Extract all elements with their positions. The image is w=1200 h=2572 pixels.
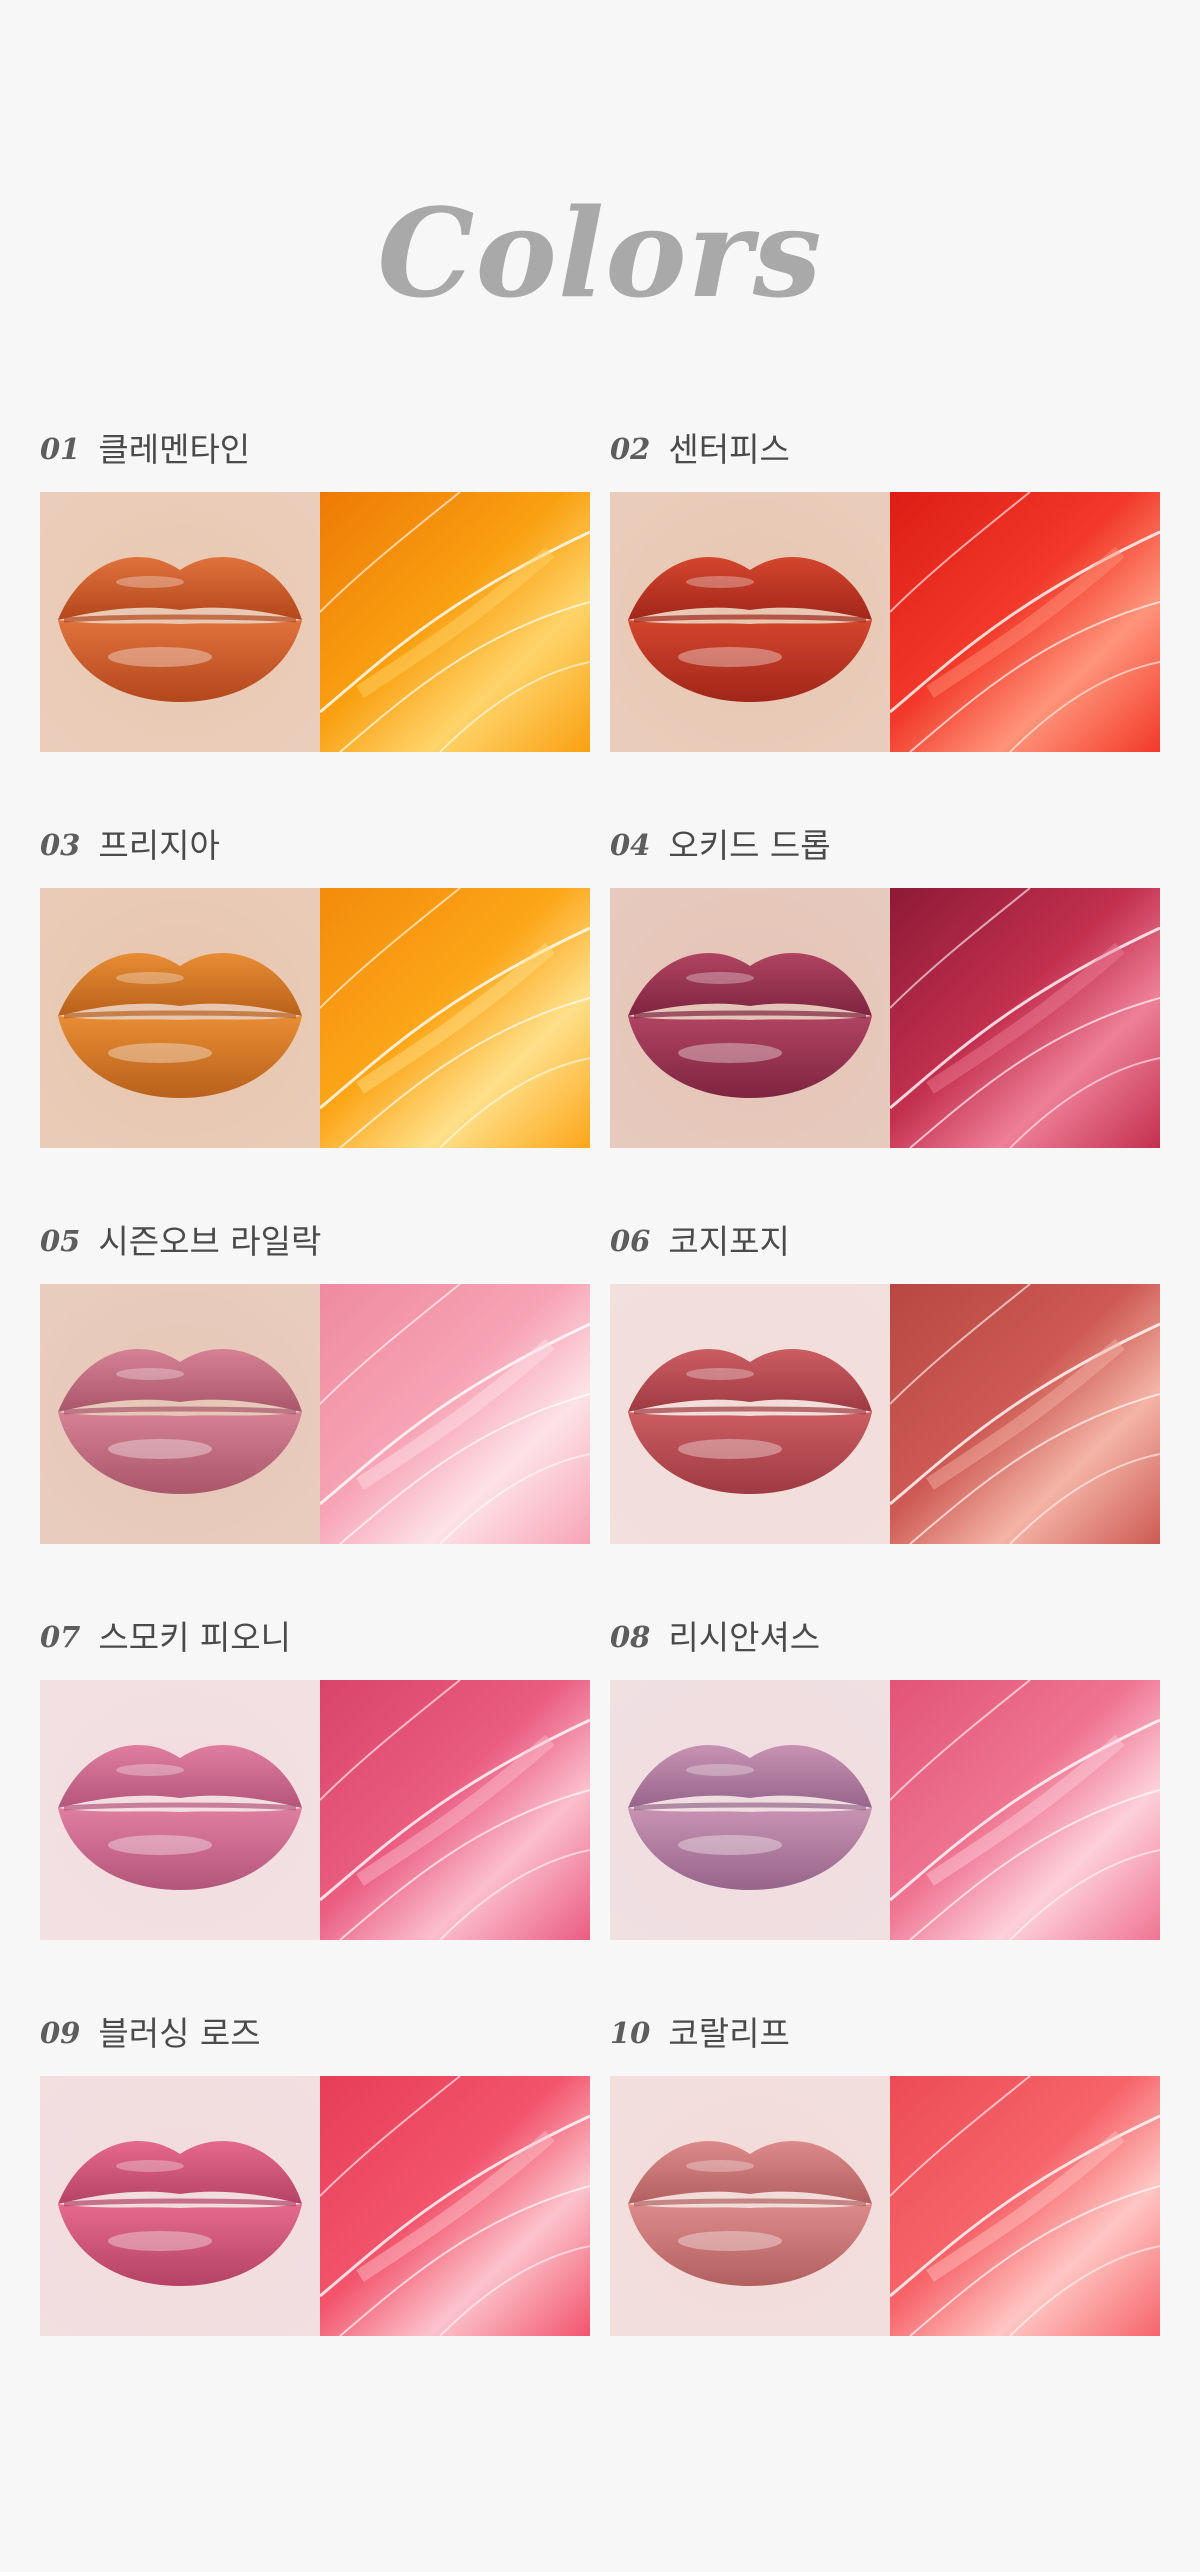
shade-images	[40, 1680, 590, 1940]
lip-swatch-image	[40, 1284, 320, 1544]
shade-name: 코랄리프	[668, 2013, 790, 2053]
shade-card: 09 블러싱 로즈	[40, 2002, 590, 2336]
shade-grid: 01 클레멘타인 02 센터피스 03 프리지아 04 오키드 드롭 05 시즌오브 라일락 06 코…	[40, 418, 1160, 2336]
shade-card: 07 스모키 피오니	[40, 1606, 590, 1940]
shade-card: 02 센터피스	[610, 418, 1160, 752]
shade-header: 05 시즌오브 라일락	[40, 1210, 590, 1272]
shade-number: 10	[610, 2015, 651, 2050]
shade-images	[40, 2076, 590, 2336]
lip-swatch-image	[610, 888, 890, 1148]
texture-swatch-image	[890, 1284, 1160, 1544]
shade-images	[40, 888, 590, 1148]
page-title: Colors	[377, 181, 823, 325]
shade-number: 09	[40, 2015, 81, 2050]
lip-swatch-image	[610, 492, 890, 752]
shade-card: 08 리시안셔스	[610, 1606, 1160, 1940]
shade-number: 07	[40, 1619, 81, 1654]
shade-name: 프리지아	[98, 825, 220, 865]
shade-card: 06 코지포지	[610, 1210, 1160, 1544]
shade-number: 01	[40, 431, 81, 466]
shade-images	[610, 492, 1160, 752]
texture-swatch-image	[890, 2076, 1160, 2336]
shade-card: 01 클레멘타인	[40, 418, 590, 752]
texture-swatch-image	[890, 1680, 1160, 1940]
shade-number: 08	[610, 1619, 651, 1654]
shade-images	[40, 1284, 590, 1544]
shade-number: 02	[610, 431, 651, 466]
shade-number: 04	[610, 827, 651, 862]
lip-swatch-image	[40, 492, 320, 752]
shade-header: 06 코지포지	[610, 1210, 1160, 1272]
texture-swatch-image	[320, 1284, 590, 1544]
shade-card: 05 시즌오브 라일락	[40, 1210, 590, 1544]
shade-header: 01 클레멘타인	[40, 418, 590, 480]
shade-header: 04 오키드 드롭	[610, 814, 1160, 876]
shade-number: 03	[40, 827, 81, 862]
shade-card: 10 코랄리프	[610, 2002, 1160, 2336]
shade-header: 03 프리지아	[40, 814, 590, 876]
shade-card: 03 프리지아	[40, 814, 590, 1148]
texture-swatch-image	[320, 492, 590, 752]
shade-header: 08 리시안셔스	[610, 1606, 1160, 1668]
shade-name: 시즌오브 라일락	[98, 1221, 322, 1261]
texture-swatch-image	[890, 888, 1160, 1148]
lip-swatch-image	[610, 2076, 890, 2336]
texture-swatch-image	[320, 2076, 590, 2336]
lip-swatch-image	[610, 1680, 890, 1940]
shade-header: 10 코랄리프	[610, 2002, 1160, 2064]
shade-name: 오키드 드롭	[668, 825, 831, 865]
shade-header: 02 센터피스	[610, 418, 1160, 480]
lip-swatch-image	[40, 1680, 320, 1940]
shade-name: 스모키 피오니	[98, 1617, 292, 1657]
shade-card: 04 오키드 드롭	[610, 814, 1160, 1148]
shade-images	[40, 492, 590, 752]
lip-swatch-image	[40, 888, 320, 1148]
shade-name: 센터피스	[668, 429, 790, 469]
shade-name: 클레멘타인	[98, 429, 251, 469]
shade-images	[610, 1680, 1160, 1940]
shade-header: 07 스모키 피오니	[40, 1606, 590, 1668]
lip-swatch-image	[40, 2076, 320, 2336]
shade-number: 06	[610, 1223, 651, 1258]
texture-swatch-image	[890, 492, 1160, 752]
shade-images	[610, 2076, 1160, 2336]
shade-images	[610, 888, 1160, 1148]
texture-swatch-image	[320, 888, 590, 1148]
shade-name: 코지포지	[668, 1221, 790, 1261]
texture-swatch-image	[320, 1680, 590, 1940]
shade-number: 05	[40, 1223, 81, 1258]
shade-name: 블러싱 로즈	[98, 2013, 261, 2053]
shade-name: 리시안셔스	[668, 1617, 821, 1657]
shade-images	[610, 1284, 1160, 1544]
shade-header: 09 블러싱 로즈	[40, 2002, 590, 2064]
lip-swatch-image	[610, 1284, 890, 1544]
